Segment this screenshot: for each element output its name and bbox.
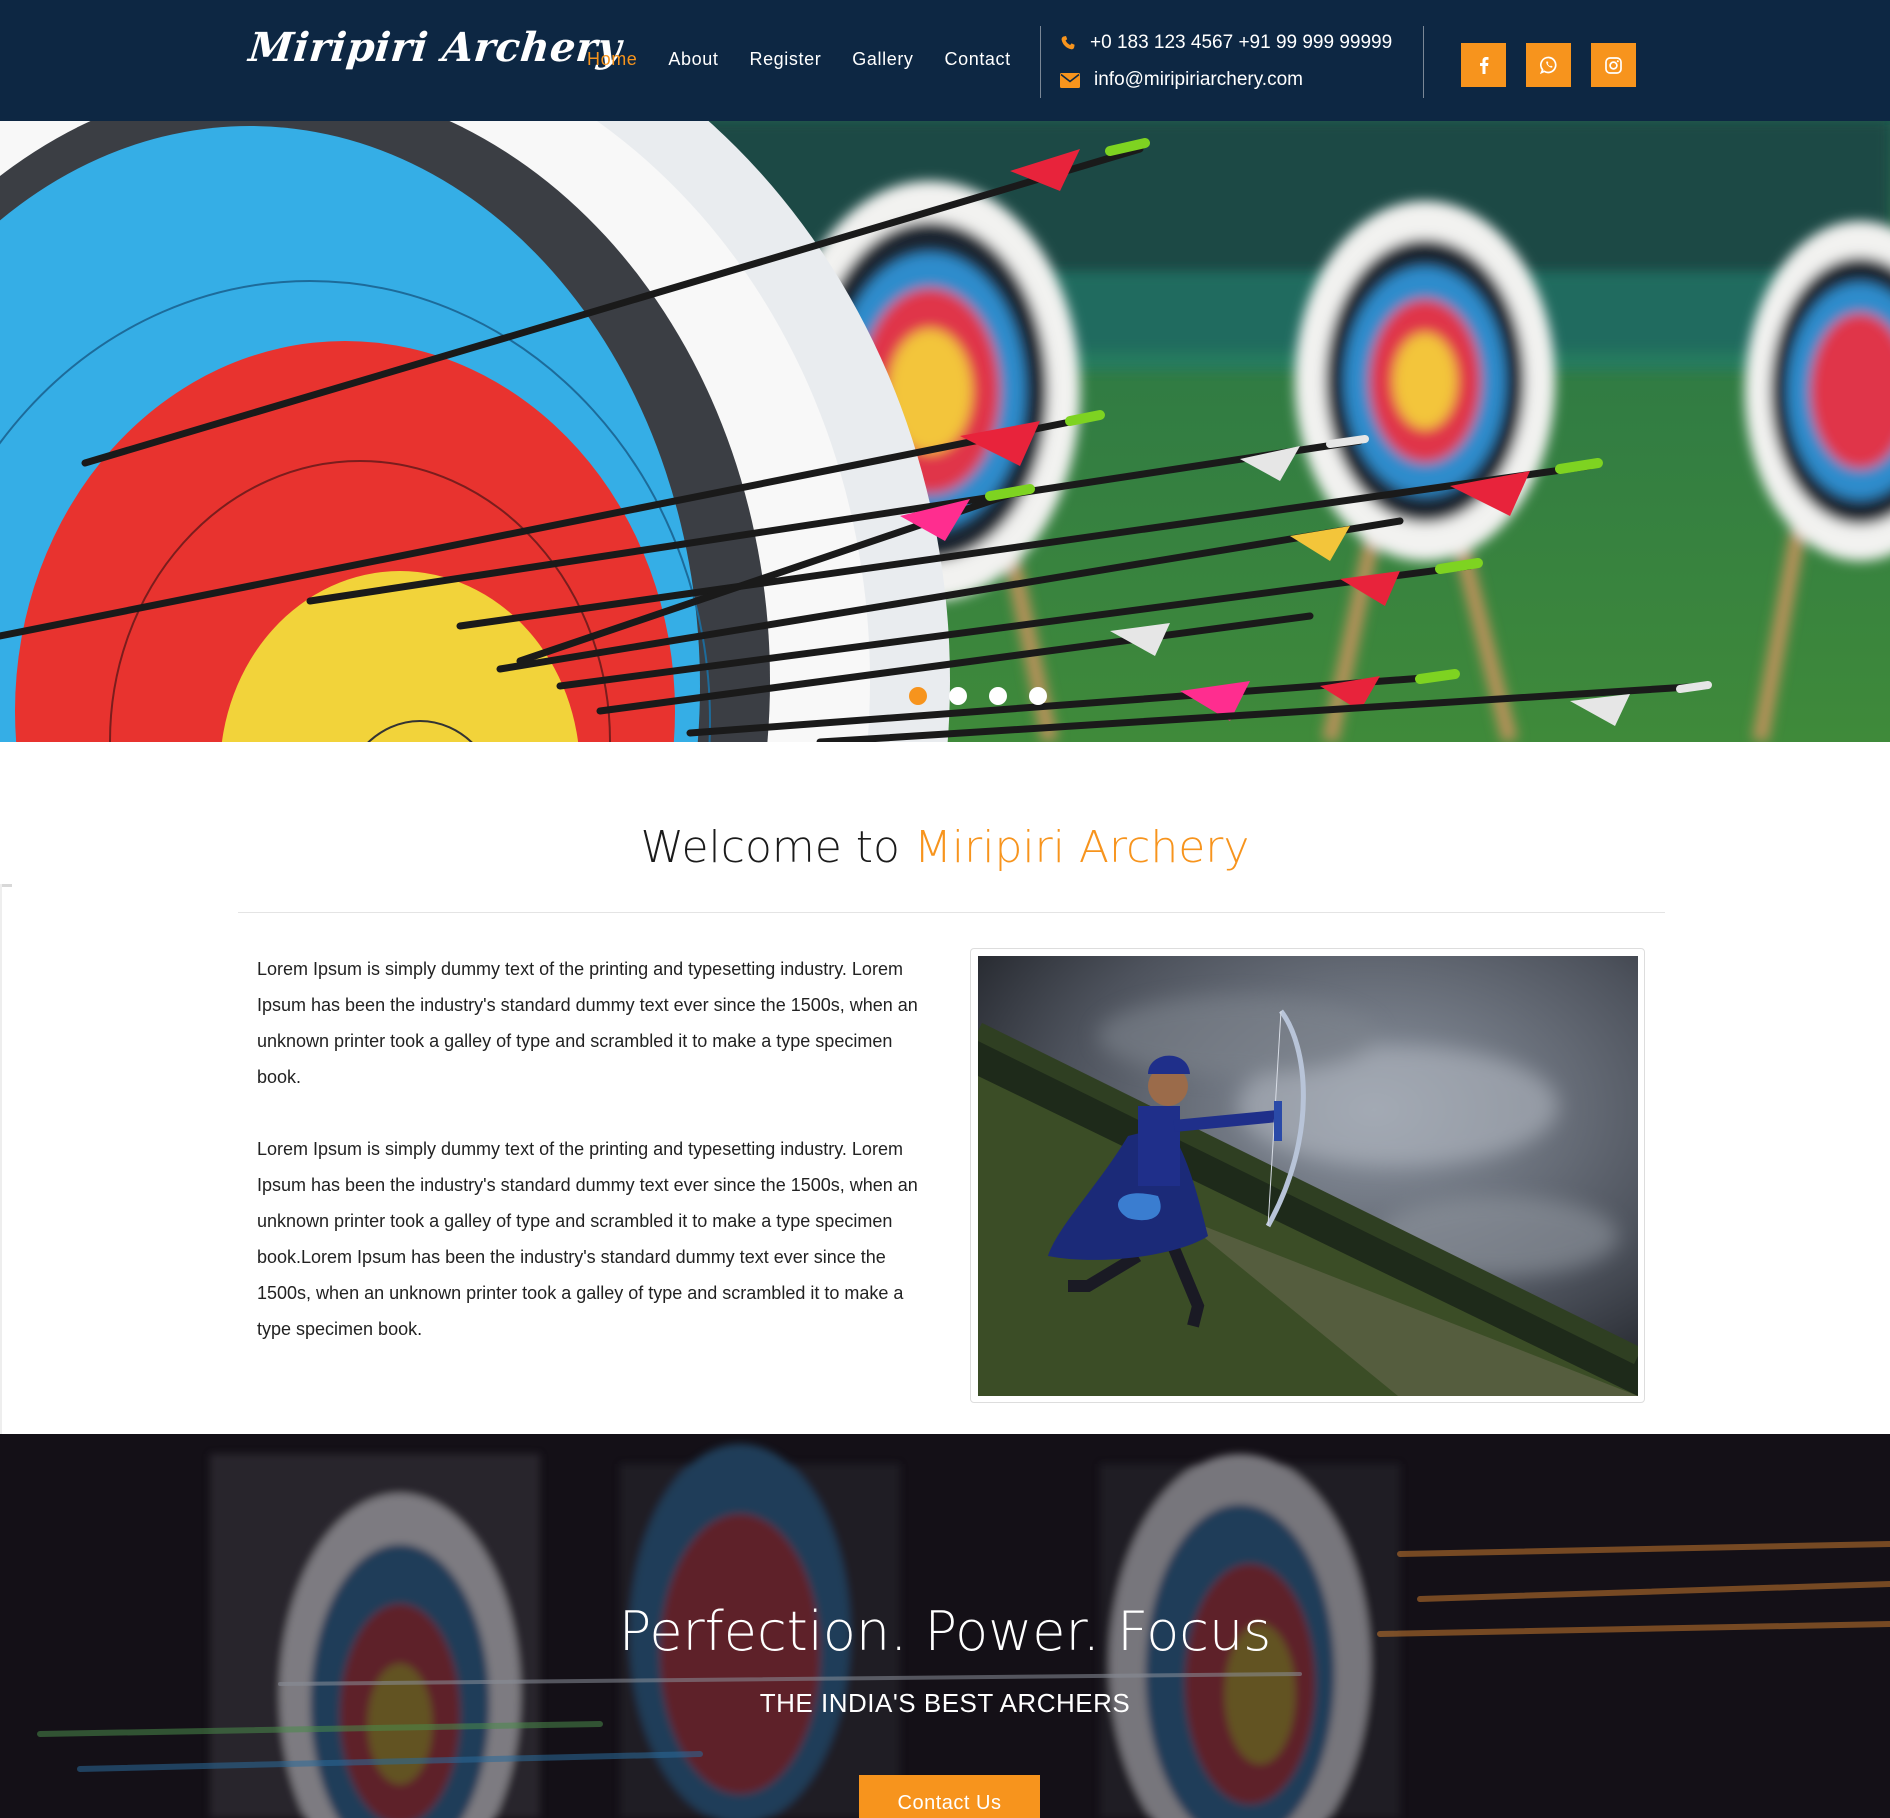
archer-photo xyxy=(978,956,1638,1396)
nav-item-register[interactable]: Register xyxy=(749,49,821,70)
slider-pagination xyxy=(909,687,1047,705)
welcome-paragraph-2: Lorem Ipsum is simply dummy text of the … xyxy=(257,1139,918,1339)
nav-item-contact[interactable]: Contact xyxy=(945,49,1011,70)
envelope-icon xyxy=(1060,72,1080,88)
welcome-heading-accent: Miripiri Archery xyxy=(913,822,1250,873)
facebook-icon xyxy=(1479,57,1488,74)
nav-item-about[interactable]: About xyxy=(668,49,718,70)
slider-dot-4[interactable] xyxy=(1029,687,1047,705)
phone-icon xyxy=(1061,36,1075,50)
header-divider-right xyxy=(1423,26,1424,98)
banner-subtitle: THE INDIA'S BEST ARCHERS xyxy=(759,1688,1131,1718)
facebook-button[interactable] xyxy=(1461,43,1506,87)
site-header: Miripiri Archery Home About Register Gal… xyxy=(0,0,1890,121)
instagram-icon xyxy=(1605,56,1622,74)
banner-title: Perfection. Power. Focus xyxy=(618,1600,1272,1663)
slider-dot-1[interactable] xyxy=(909,687,927,705)
social-links xyxy=(1461,43,1636,87)
section-divider xyxy=(238,912,1665,913)
contact-email[interactable]: info@miripiriarchery.com xyxy=(1094,69,1303,91)
hero-slider[interactable] xyxy=(0,121,1890,742)
welcome-paragraph-1: Lorem Ipsum is simply dummy text of the … xyxy=(257,959,918,1087)
slider-dot-3[interactable] xyxy=(989,687,1007,705)
archer-photo-frame xyxy=(970,948,1645,1403)
welcome-heading-prefix: Welcome to xyxy=(640,822,914,873)
nav-item-gallery[interactable]: Gallery xyxy=(852,49,913,70)
slider-dot-2[interactable] xyxy=(949,687,967,705)
whatsapp-icon xyxy=(1539,56,1557,74)
instagram-button[interactable] xyxy=(1591,43,1636,87)
contact-phone[interactable]: +0 183 123 4567 +91 99 999 99999 xyxy=(1090,32,1392,54)
site-logo[interactable]: Miripiri Archery xyxy=(247,24,624,71)
welcome-text: Lorem Ipsum is simply dummy text of the … xyxy=(257,951,937,1383)
nav-item-home[interactable]: Home xyxy=(587,49,637,70)
welcome-heading: Welcome to Miripiri Archery xyxy=(0,822,1890,873)
main-nav: Home About Register Gallery Contact xyxy=(587,49,1042,70)
contact-us-button[interactable]: Contact Us xyxy=(859,1775,1040,1818)
header-divider-left xyxy=(1040,26,1041,98)
whatsapp-button[interactable] xyxy=(1526,43,1571,87)
header-contact-info: +0 183 123 4567 +91 99 999 99999 info@mi… xyxy=(1060,30,1392,104)
hero-image-archery-targets xyxy=(0,121,1890,742)
edge-line xyxy=(0,884,2,1434)
phone-row: +0 183 123 4567 +91 99 999 99999 xyxy=(1060,30,1392,56)
email-row: info@miripiriarchery.com xyxy=(1060,67,1392,93)
